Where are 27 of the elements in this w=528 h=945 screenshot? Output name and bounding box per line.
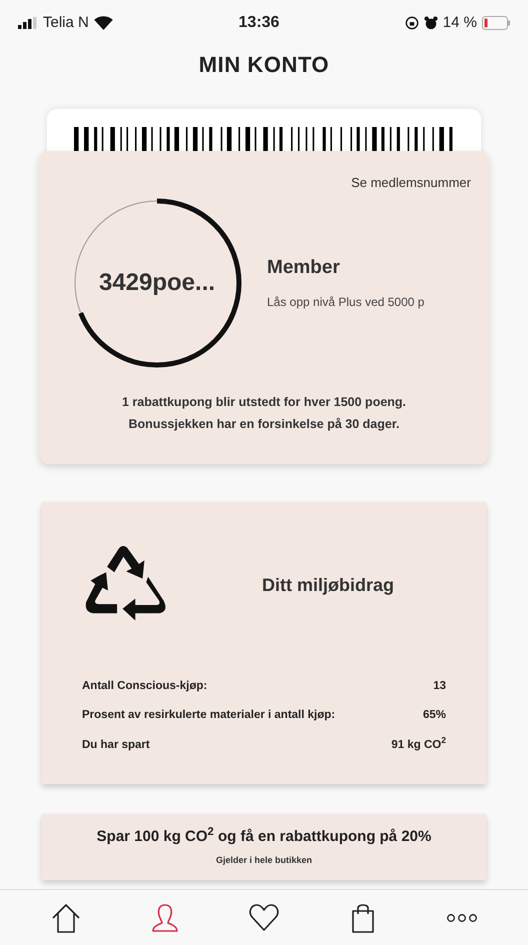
signal-icon xyxy=(18,17,38,29)
stat-label: Prosent av resirkulerte materialer i antall kjøp: xyxy=(82,708,336,724)
stat-value: 65% xyxy=(422,708,446,724)
member-number-link[interactable]: Se medlemsnummer xyxy=(351,173,471,192)
wifi-icon xyxy=(94,16,113,30)
heart-icon xyxy=(248,902,280,934)
tier-name: Member xyxy=(267,256,341,280)
rotation-lock-icon xyxy=(404,16,419,30)
info-text: Bonussjekken har en forsinkelse på 30 dager. xyxy=(128,416,400,434)
promo-title: Spar 100 kg CO$^{2}$ og få en rabattkupong på 20% xyxy=(96,826,432,847)
stat-label: Antall Conscious-kjøp: xyxy=(82,679,208,694)
battery-icon xyxy=(482,16,510,30)
carrier-name: Telia N xyxy=(43,12,89,33)
points-total: 3429poe... xyxy=(98,268,216,298)
promo-subtitle: Gjelder i hele butikken xyxy=(216,854,312,868)
home-icon xyxy=(50,902,82,934)
page-title: MIN KONTO xyxy=(198,51,330,79)
clock-time: 13:36 xyxy=(238,13,280,33)
eco-title: Ditt miljøbidrag xyxy=(262,574,394,597)
battery-percent: 14 % xyxy=(442,12,477,33)
tier-unlock-text: Lås opp nivå Plus ved 5000 p xyxy=(267,294,424,311)
more-icon xyxy=(446,912,478,922)
person-icon xyxy=(149,902,181,934)
stat-value: 13 xyxy=(433,679,446,694)
stat-value: 91 kg CO$^{2}$ xyxy=(391,736,446,752)
stat-label: Du har spart xyxy=(82,738,150,752)
info-text: 1 rabattkupong blir utstedt for hver 1500 poeng. xyxy=(122,394,406,411)
